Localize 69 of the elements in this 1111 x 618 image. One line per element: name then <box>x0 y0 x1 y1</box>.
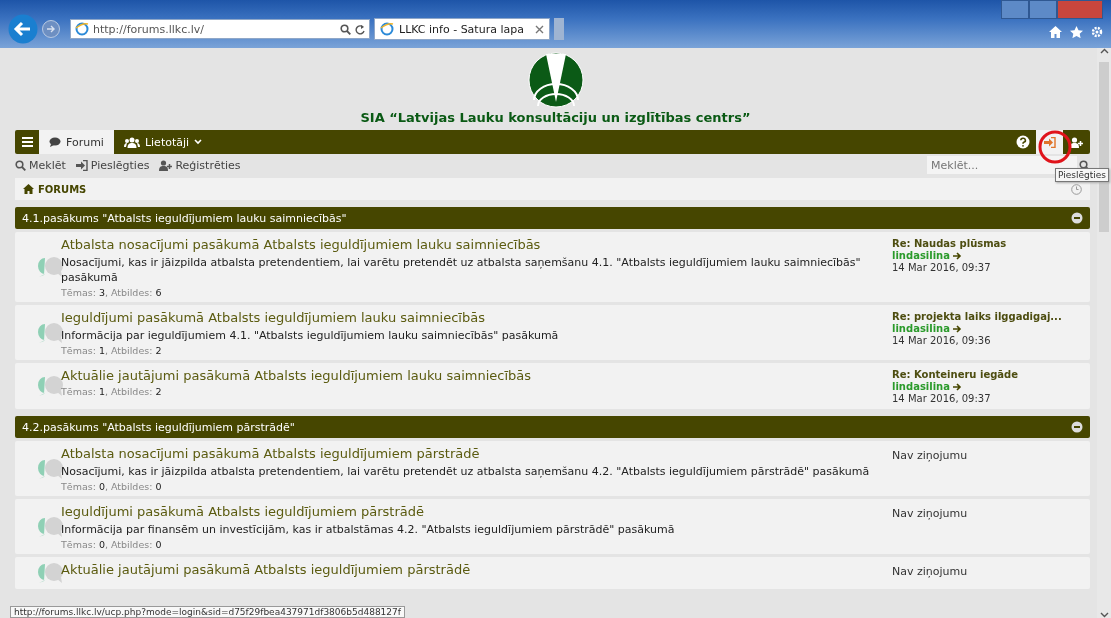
url-text: http://forums.llkc.lv/ <box>93 22 206 36</box>
category-title[interactable]: 4.2.pasākums "Atbalsts ieguldījumiem pārstrādē" <box>22 420 1071 434</box>
star-icon[interactable] <box>1070 26 1083 38</box>
last-post-link[interactable]: Re: projekta laiks ilggadigaj... <box>892 311 1090 323</box>
tab-title: LLKC info - Satura lapa <box>399 22 525 36</box>
forum-title[interactable]: Ieguldījumi pasākumā Atbalsts ieguldījumiem lauku saimniecībās <box>61 309 892 326</box>
arrow-icon[interactable] <box>953 252 962 260</box>
last-post-link[interactable]: Re: Naudas plūsmas <box>892 238 1090 250</box>
globe-icon <box>380 22 394 36</box>
forum-title[interactable]: Aktuālie jautājumi pasākumā Atbalsts ieguldījumiem pārstrādē <box>61 561 892 578</box>
site-title: SIA “Latvijas Lauku konsultāciju un izglītības centrs” <box>360 110 751 125</box>
globe-icon <box>75 22 89 36</box>
forum-stats: Tēmas: 1, Atbildes: 2 <box>61 345 163 356</box>
user-plus-icon <box>1070 136 1083 148</box>
back-icon[interactable] <box>8 14 38 44</box>
forum-stats: Tēmas: 1, Atbildes: 2 <box>61 386 163 397</box>
no-posts-text: Nav ziņojumu <box>892 449 969 462</box>
forum-title[interactable]: Atbalsta nosacījumi pasākumā Atbalsts ieguldījumiem pārstrādē <box>61 445 892 462</box>
no-posts-text: Nav ziņojumu <box>892 565 969 578</box>
user-plus-icon <box>159 159 173 171</box>
quick-link[interactable]: Meklēt <box>15 158 66 172</box>
tooltip: Pieslēgties <box>1055 168 1109 182</box>
collapse-icon[interactable] <box>1071 212 1083 224</box>
login-icon <box>75 159 88 171</box>
nav-tab[interactable]: Forumi <box>39 130 114 154</box>
annotation-circle <box>1038 130 1072 164</box>
forum-description: Nosacījumi, kas ir jāizpilda atbalsta pretendentiem, lai varētu pretendēt uz atbalsta saņemšanu 4.2. "Atbalsts ieguldījumiem pārstrādē" pasākumā <box>61 464 871 479</box>
forum-title[interactable]: Aktuālie jautājumi pasākumā Atbalsts ieguldījumiem lauku saimniecībās <box>61 367 892 384</box>
home-icon <box>23 184 34 194</box>
scroll-up-icon[interactable] <box>1099 48 1109 54</box>
login-icon <box>1043 136 1056 148</box>
caret-icon <box>194 139 203 145</box>
arrow-icon[interactable] <box>953 383 962 391</box>
forum-description: Nosacījumi, kas ir jāizpilda atbalsta pretendentiem, lai varētu pretendēt uz atbalsta saņemšanu 4.1. "Atbalsts ieguldījumiem lauku saimniecībās" pasākumā <box>61 255 862 285</box>
close-icon[interactable] <box>535 24 544 34</box>
forum-title[interactable]: Atbalsta nosacījumi pasākumā Atbalsts ieguldījumiem lauku saimniecībās <box>61 236 892 253</box>
scroll-down-icon[interactable] <box>1099 612 1109 618</box>
last-post-link[interactable]: Re: Konteineru iegāde <box>892 369 1090 381</box>
search-icon <box>15 159 26 171</box>
status-url-tooltip: http://forums.llkc.lv/ucp.php?mode=login&sid=d75f29fbea437971df3806b5d488127f <box>10 606 405 618</box>
refresh-icon[interactable] <box>355 23 365 35</box>
users-icon <box>123 136 140 148</box>
post-time: 14 Mar 2016, 09:37 <box>892 262 992 274</box>
search-icon <box>340 23 351 35</box>
forum-stats: Tēmas: 0, Atbildes: 0 <box>61 481 163 492</box>
forum-stats: Tēmas: 0, Atbildes: 0 <box>61 539 163 550</box>
settings-icon[interactable] <box>1091 26 1103 38</box>
quick-link[interactable]: Reģistrēties <box>159 158 241 172</box>
logo-icon <box>527 52 584 108</box>
breadcrumb-link[interactable]: FORUMS <box>38 183 1067 195</box>
browser-tab[interactable]: LLKC info - Satura lapa <box>374 18 550 40</box>
post-time: 14 Mar 2016, 09:36 <box>892 335 992 347</box>
clock-icon <box>1071 183 1082 195</box>
no-posts-text: Nav ziņojumu <box>892 507 969 520</box>
forum-description: Informācija par finansēm un investīcijām, kas ir atbalstāmas 4.2. "Atbalsts ieguldījumiem pārstrādē" pasākumā <box>61 522 676 537</box>
forum-title[interactable]: Ieguldījumi pasākumā Atbalsts ieguldījumiem pārstrādē <box>61 503 892 520</box>
forward-icon[interactable] <box>42 20 60 38</box>
address-bar[interactable]: http://forums.llkc.lv/ <box>70 19 370 39</box>
arrow-icon[interactable] <box>953 325 962 333</box>
nav-tab[interactable]: Lietotāji <box>113 130 213 154</box>
category-title[interactable]: 4.1.pasākums "Atbalsts ieguldījumiem lauku saimniecībās" <box>22 211 1071 225</box>
quick-link[interactable]: Pieslēgties <box>75 158 150 172</box>
post-time: 14 Mar 2016, 09:37 <box>892 393 992 405</box>
collapse-icon[interactable] <box>1071 421 1083 433</box>
question-icon <box>1015 135 1030 149</box>
forum-description: Informācija par ieguldījumiem 4.1. "Atbalsts ieguldījumiem lauku saimniecībās" pasākumā <box>61 328 560 343</box>
speech-bubble-icon <box>49 137 61 147</box>
home-icon[interactable] <box>1049 26 1062 38</box>
forum-stats: Tēmas: 3, Atbildes: 6 <box>61 287 163 298</box>
